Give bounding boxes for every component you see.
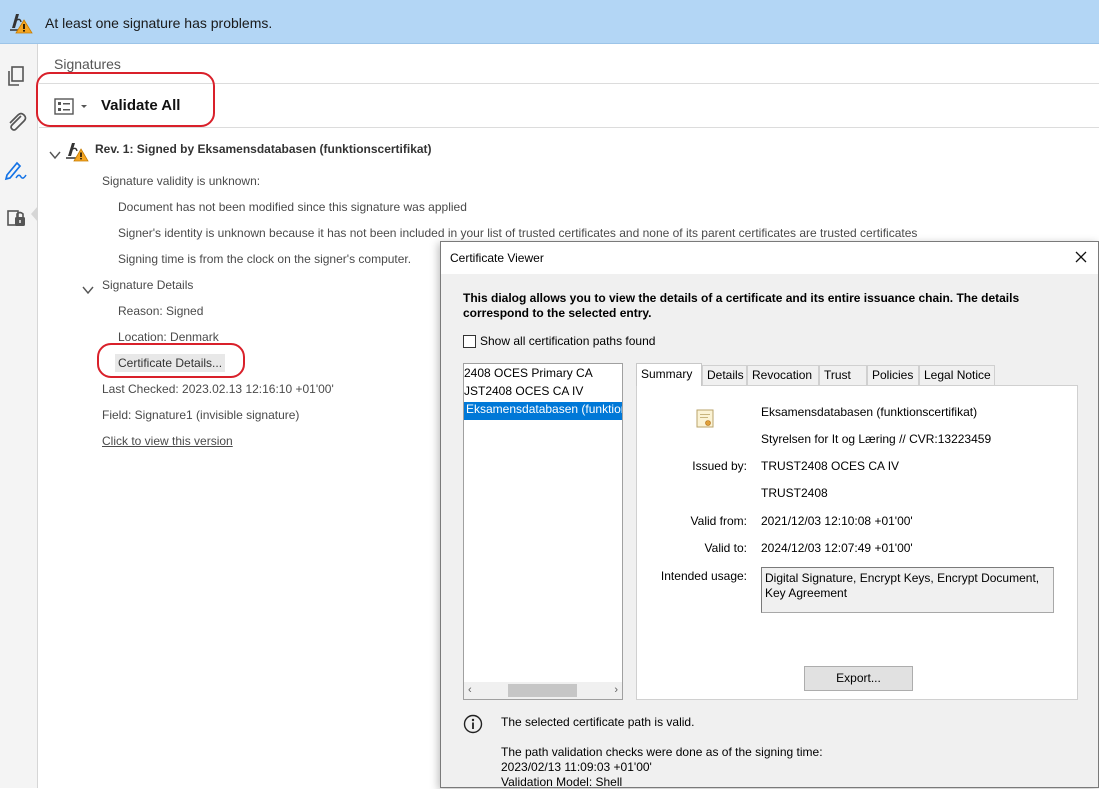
chevron-down-icon[interactable] [82,282,94,295]
active-panel-indicator [31,206,38,222]
tab-details[interactable]: Details [702,365,747,385]
document-lock-icon[interactable] [4,206,28,230]
path-valid-message: The selected certificate path is valid. [501,715,695,729]
certificate-details-button[interactable]: Certificate Details... [115,354,226,372]
scroll-left-icon[interactable]: ‹ [468,684,472,696]
validate-all-button[interactable]: Validate All [101,97,180,114]
intended-usage-label: Intended usage: [660,569,747,583]
signature-details-heading[interactable]: Signature Details [102,278,193,292]
signature-field: Field: Signature1 (invisible signature) [102,408,300,422]
validation-check-time: 2023/02/13 11:09:03 +01'00' [501,760,652,774]
dialog-titlebar[interactable]: Certificate Viewer [441,242,1098,274]
signature-warning-icon [8,10,34,34]
pages-icon[interactable] [4,64,28,88]
last-checked: Last Checked: 2023.02.13 12:16:10 +01'00… [102,382,334,396]
subject-name: Eksamensdatabasen (funktionscertifikat) [761,405,978,419]
chain-item[interactable]: 2408 OCES Primary CA [464,366,593,384]
summary-panel: Eksamensdatabasen (funktionscertifikat) … [636,385,1078,700]
certificate-chain-list[interactable]: 2408 OCES Primary CA JST2408 OCES CA IV … [463,363,623,700]
signature-reason: Reason: Signed [118,304,204,318]
valid-from-label: Valid from: [690,514,747,528]
tab-policies[interactable]: Policies [867,365,919,385]
tab-trust[interactable]: Trust [819,365,867,385]
valid-to-value: 2024/12/03 12:07:49 +01'00' [761,541,913,555]
validity-heading: Signature validity is unknown: [102,174,261,188]
issued-by-organization: TRUST2408 [761,486,828,500]
issued-by-label: Issued by: [692,459,747,473]
dialog-title: Certificate Viewer [450,251,544,265]
show-all-paths-label: Show all certification paths found [480,334,656,348]
validation-checks-message: The path validation checks were done as … [501,745,823,759]
certificate-icon [695,408,715,430]
tab-revocation[interactable]: Revocation [747,365,819,385]
export-button[interactable]: Export... [804,666,913,691]
signature-pen-icon[interactable] [4,158,28,182]
subject-organization: Styrelsen for It og Læring // CVR:132234… [761,432,992,446]
horizontal-scrollbar[interactable]: ‹ › [464,682,622,699]
attachment-icon[interactable] [4,110,28,134]
chain-item-selected[interactable]: Eksamensdatabasen (funktior [464,402,622,420]
options-menu-button[interactable] [54,96,92,118]
divider [39,127,1099,128]
validity-detail: Signer's identity is unknown because it … [118,226,918,240]
scrollbar-thumb[interactable] [508,684,577,697]
valid-from-value: 2021/12/03 12:10:08 +01'00' [761,514,913,528]
tab-legal-notice[interactable]: Legal Notice [919,365,995,385]
validation-model: Validation Model: Shell [501,775,623,789]
panel-title: Signatures [54,56,121,72]
tab-summary[interactable]: Summary [636,363,702,386]
info-icon [463,714,483,734]
signature-location: Location: Denmark [118,330,219,344]
dialog-description: This dialog allows you to view the detai… [463,291,1020,320]
signature-warning-icon [64,140,90,162]
close-icon[interactable] [1072,248,1090,266]
chain-item[interactable]: JST2408 OCES CA IV [464,384,583,402]
show-all-paths-option[interactable]: Show all certification paths found [463,334,655,348]
revision-title[interactable]: Rev. 1: Signed by Eksamensdatabasen (fun… [95,142,432,156]
banner-message: At least one signature has problems. [45,15,273,31]
issued-by-value: TRUST2408 OCES CA IV [761,459,900,473]
problem-banner: At least one signature has problems. [0,0,1099,44]
valid-to-label: Valid to: [704,541,747,555]
scroll-right-icon[interactable]: › [614,684,618,696]
validity-detail: Document has not been modified since thi… [118,200,467,214]
validity-detail: Signing time is from the clock on the si… [118,252,412,266]
show-all-paths-checkbox[interactable] [463,334,476,348]
certificate-viewer-dialog: Certificate Viewer This dialog allows yo… [440,241,1099,789]
chevron-down-icon[interactable] [49,147,61,160]
intended-usage-field[interactable]: Digital Signature, Encrypt Keys, Encrypt… [761,567,1054,613]
divider [39,83,1099,84]
left-navigation-toolbar [0,44,38,788]
view-version-link[interactable]: Click to view this version [102,434,233,448]
